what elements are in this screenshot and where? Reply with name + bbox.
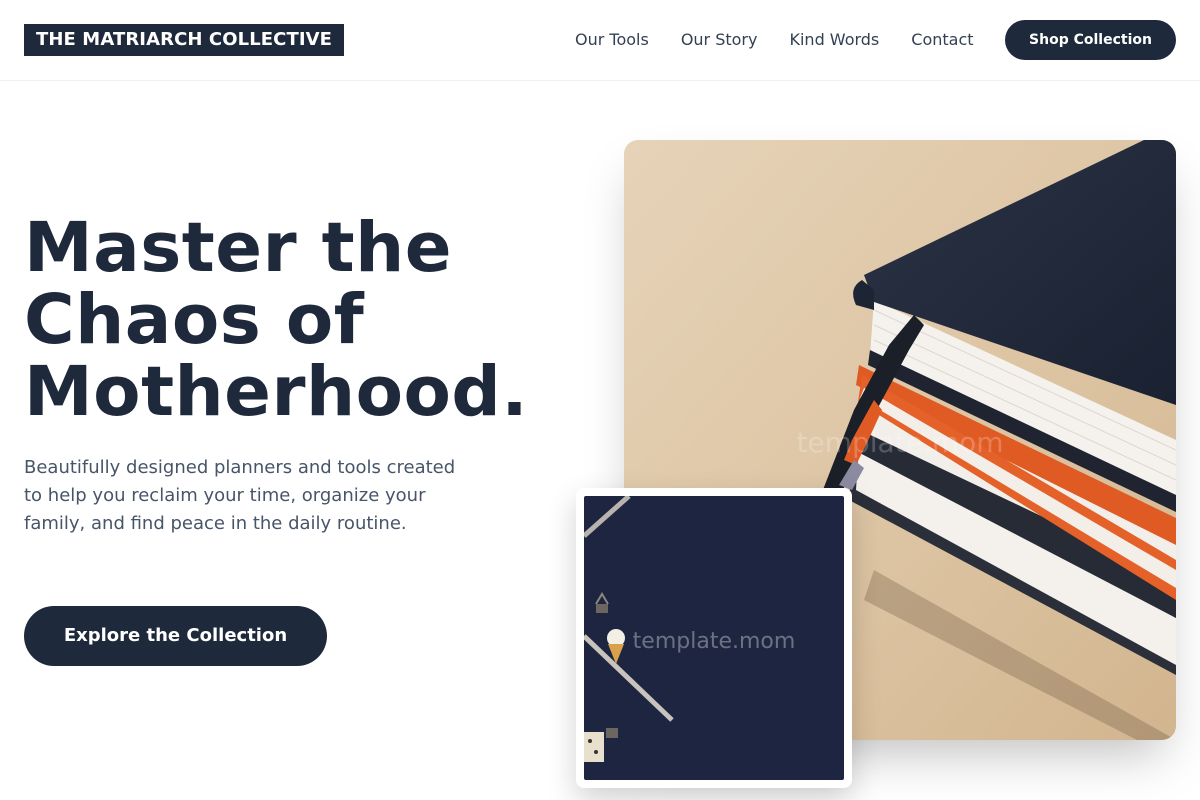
brand-logo[interactable]: THE MATRIARCH COLLECTIVE: [24, 24, 345, 56]
hero-title: Master the Chaos of Motherhood.: [24, 212, 584, 428]
hero-description: Beautifully designed planners and tools …: [24, 457, 456, 534]
nav-link-our-tools[interactable]: Our Tools: [575, 28, 649, 52]
nav-link-contact[interactable]: Contact: [911, 28, 973, 52]
shop-collection-button[interactable]: Shop Collection: [1005, 20, 1176, 60]
explore-collection-button[interactable]: Explore the Collection: [24, 606, 327, 666]
main-image-watermark: template.mom: [797, 426, 1004, 459]
hero-inset-image: template.mom: [584, 496, 844, 780]
hero-title-line: Motherhood.: [24, 352, 529, 432]
hero-title-line: Master the: [24, 208, 453, 288]
hero-inset-card: template.mom: [576, 488, 852, 788]
nav-link-our-story[interactable]: Our Story: [681, 28, 758, 52]
inset-image-watermark: template.mom: [633, 629, 796, 654]
site-header: THE MATRIARCH COLLECTIVE Our Tools Our S…: [0, 0, 1200, 81]
stationery-photo: template.mom: [584, 496, 844, 780]
nav-link-kind-words[interactable]: Kind Words: [789, 28, 879, 52]
hero-title-line: Chaos of: [24, 280, 365, 360]
main-nav: Our Tools Our Story Kind Words Contact: [575, 28, 1006, 52]
